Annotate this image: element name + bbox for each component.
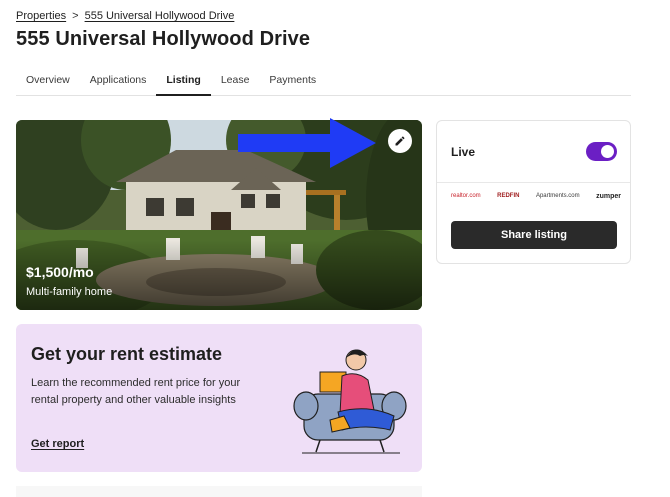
breadcrumb-current-link[interactable]: 555 Universal Hollywood Drive: [85, 10, 235, 22]
redfin-logo: REDFIN: [497, 193, 520, 199]
footer-strip: [16, 486, 422, 497]
person-in-armchair-illustration: [293, 349, 407, 454]
rent-estimate-title: Get your rent estimate: [31, 344, 223, 364]
tab-lease[interactable]: Lease: [211, 70, 260, 96]
tab-payments[interactable]: Payments: [259, 70, 326, 96]
tab-listing[interactable]: Listing: [156, 70, 211, 96]
partner-logos: realtor.com REDFIN Apartments.com zumper: [451, 189, 621, 203]
annotation-arrow-icon: [238, 118, 376, 168]
live-row: Live: [437, 121, 630, 183]
toggle-knob: [601, 145, 614, 158]
tab-overview[interactable]: Overview: [16, 70, 80, 96]
tab-bar: Overview Applications Listing Lease Paym…: [16, 70, 631, 96]
rent-estimate-card: Get your rent estimate Learn the recomme…: [16, 324, 422, 472]
live-listing-card: Live realtor.com REDFIN Apartments.com z…: [436, 120, 631, 264]
get-report-link[interactable]: Get report: [31, 438, 84, 450]
rent-estimate-description: Learn the recommended rent price for you…: [31, 377, 241, 406]
live-toggle[interactable]: [586, 142, 617, 161]
apartments-logo: Apartments.com: [535, 193, 580, 199]
breadcrumb-properties-link[interactable]: Properties: [16, 10, 66, 22]
pencil-icon: [395, 136, 405, 146]
share-listing-button[interactable]: Share listing: [451, 221, 617, 249]
listing-price: $1,500/mo: [26, 264, 94, 280]
chevron-right-icon: >: [72, 10, 79, 22]
breadcrumb: Properties > 555 Universal Hollywood Dri…: [16, 10, 234, 22]
page-title: 555 Universal Hollywood Drive: [16, 28, 311, 50]
tab-applications[interactable]: Applications: [80, 70, 157, 96]
listing-home-type: Multi-family home: [26, 286, 113, 298]
zumper-logo: zumper: [596, 192, 621, 200]
live-label: Live: [451, 145, 476, 159]
realtor-logo: realtor.com: [451, 193, 481, 199]
edit-photo-button[interactable]: [388, 129, 412, 153]
